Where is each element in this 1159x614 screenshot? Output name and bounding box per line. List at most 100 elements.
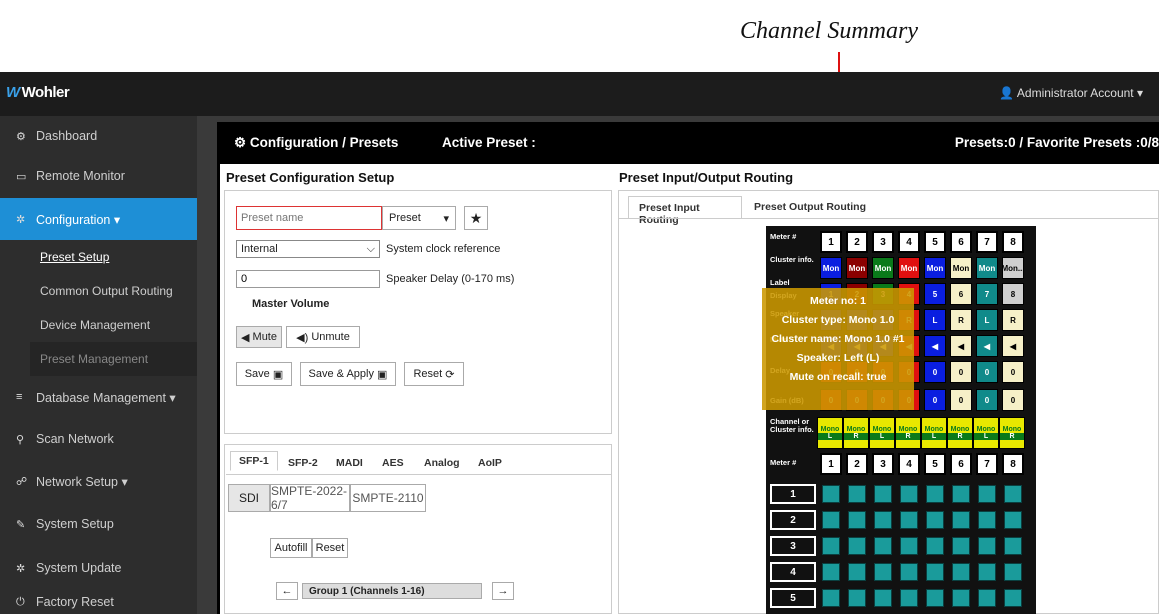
- routing-cell[interactable]: [822, 589, 840, 607]
- tab-analog[interactable]: Analog: [424, 457, 460, 469]
- prev-group-button[interactable]: ←: [276, 582, 298, 600]
- io-reset-button[interactable]: Reset: [312, 538, 348, 558]
- sidebar-item-6[interactable]: Preset Management: [30, 342, 198, 376]
- display-cell[interactable]: 8: [1002, 283, 1024, 305]
- routing-cell[interactable]: [900, 537, 918, 555]
- subtab-0[interactable]: SDI: [228, 484, 270, 512]
- routing-cell[interactable]: [1004, 485, 1022, 503]
- sidebar-item-10[interactable]: ✎ System Setup: [0, 502, 197, 546]
- meter-number-bottom[interactable]: 7: [976, 453, 998, 475]
- sidebar-item-12[interactable]: ⏻ Factory Reset: [0, 590, 197, 614]
- routing-cell[interactable]: [874, 485, 892, 503]
- account-menu[interactable]: 👤 Administrator Account ▾: [999, 86, 1143, 100]
- routing-cell[interactable]: [874, 563, 892, 581]
- subtab-2[interactable]: SMPTE-2110: [350, 484, 426, 512]
- display-cell[interactable]: 6: [950, 283, 972, 305]
- delay-cell[interactable]: 0: [924, 361, 946, 383]
- routing-cell[interactable]: [848, 537, 866, 555]
- routing-cell[interactable]: [822, 563, 840, 581]
- cluster-cell[interactable]: Mon: [950, 257, 972, 279]
- delay-cell[interactable]: 0: [1002, 361, 1024, 383]
- delay-cell[interactable]: 0: [950, 361, 972, 383]
- cluster-cell[interactable]: Mon: [976, 257, 998, 279]
- routing-cell[interactable]: [1004, 537, 1022, 555]
- save-button[interactable]: Save ▣: [236, 362, 292, 386]
- cluster-cell[interactable]: Mon: [898, 257, 920, 279]
- routing-cell[interactable]: [874, 589, 892, 607]
- routing-cell[interactable]: [1004, 511, 1022, 529]
- routing-cell[interactable]: [848, 589, 866, 607]
- sidebar-item-8[interactable]: ⚲ Scan Network: [0, 418, 197, 460]
- channel-cell[interactable]: Mono R: [999, 417, 1025, 449]
- meter-number[interactable]: 8: [1002, 231, 1024, 253]
- sidebar-item-7[interactable]: ≡ Database Management ▾: [0, 376, 197, 418]
- preset-select[interactable]: Preset ▾: [382, 206, 456, 230]
- speaker-cell[interactable]: R: [950, 309, 972, 331]
- channel-cell[interactable]: Mono R: [947, 417, 973, 449]
- input-row-label[interactable]: 1: [770, 484, 816, 504]
- gain-cell[interactable]: 0: [924, 389, 946, 411]
- routing-cell[interactable]: [952, 485, 970, 503]
- mute-cell[interactable]: ◀: [976, 335, 998, 357]
- routing-cell[interactable]: [822, 537, 840, 555]
- channel-cell[interactable]: Mono L: [869, 417, 895, 449]
- routing-cell[interactable]: [978, 485, 996, 503]
- gain-cell[interactable]: 0: [1002, 389, 1024, 411]
- routing-cell[interactable]: [926, 485, 944, 503]
- speaker-cell[interactable]: L: [924, 309, 946, 331]
- routing-cell[interactable]: [978, 563, 996, 581]
- meter-number[interactable]: 6: [950, 231, 972, 253]
- routing-cell[interactable]: [926, 511, 944, 529]
- input-row-label[interactable]: 2: [770, 510, 816, 530]
- subtab-1[interactable]: SMPTE-2022-6/7: [270, 484, 350, 512]
- speaker-cell[interactable]: R: [1002, 309, 1024, 331]
- routing-cell[interactable]: [822, 511, 840, 529]
- meter-number-bottom[interactable]: 1: [820, 453, 842, 475]
- delay-cell[interactable]: 0: [976, 361, 998, 383]
- meter-number-bottom[interactable]: 5: [924, 453, 946, 475]
- sidebar-item-9[interactable]: ☍ Network Setup ▾: [0, 460, 197, 502]
- channel-cell[interactable]: Mono L: [817, 417, 843, 449]
- display-cell[interactable]: 7: [976, 283, 998, 305]
- meter-number-bottom[interactable]: 4: [898, 453, 920, 475]
- tab-preset-input[interactable]: Preset Input Routing: [628, 196, 742, 226]
- routing-cell[interactable]: [848, 485, 866, 503]
- channel-cell[interactable]: Mono R: [895, 417, 921, 449]
- routing-cell[interactable]: [952, 537, 970, 555]
- routing-cell[interactable]: [952, 589, 970, 607]
- sidebar-item-0[interactable]: ⚙ Dashboard: [0, 116, 197, 156]
- sidebar-item-4[interactable]: Common Output Routing: [0, 274, 197, 308]
- sidebar-item-1[interactable]: ▭ Remote Monitor: [0, 156, 197, 196]
- sidebar-item-2[interactable]: ✲ Configuration ▾: [0, 198, 197, 240]
- reset-button[interactable]: Reset ⟳: [404, 362, 464, 386]
- speaker-cell[interactable]: L: [976, 309, 998, 331]
- mute-button[interactable]: ◀ Mute: [236, 326, 282, 348]
- mute-cell[interactable]: ◀: [950, 335, 972, 357]
- cluster-cell[interactable]: Mon: [872, 257, 894, 279]
- group-selector[interactable]: Group 1 (Channels 1-16): [302, 583, 482, 599]
- sidebar-item-11[interactable]: ✲ System Update: [0, 546, 197, 590]
- sidebar-item-5[interactable]: Device Management: [0, 308, 197, 342]
- meter-number-bottom[interactable]: 2: [846, 453, 868, 475]
- tab-aoip[interactable]: AoIP: [478, 457, 502, 469]
- routing-cell[interactable]: [900, 563, 918, 581]
- display-cell[interactable]: 5: [924, 283, 946, 305]
- meter-number[interactable]: 7: [976, 231, 998, 253]
- routing-cell[interactable]: [926, 589, 944, 607]
- tab-preset-output[interactable]: Preset Output Routing: [754, 201, 866, 213]
- routing-cell[interactable]: [978, 511, 996, 529]
- meter-number[interactable]: 3: [872, 231, 894, 253]
- channel-cell[interactable]: Mono L: [973, 417, 999, 449]
- save-apply-button[interactable]: Save & Apply ▣: [300, 362, 396, 386]
- unmute-button[interactable]: ◀) Unmute: [286, 326, 360, 348]
- brand-logo[interactable]: W Wohler: [6, 84, 70, 101]
- cluster-cell[interactable]: Mon: [924, 257, 946, 279]
- tab-sfp-1[interactable]: SFP-1: [230, 451, 278, 471]
- meter-number[interactable]: 5: [924, 231, 946, 253]
- cluster-cell[interactable]: Mon: [820, 257, 842, 279]
- input-row-label[interactable]: 3: [770, 536, 816, 556]
- gain-cell[interactable]: 0: [950, 389, 972, 411]
- routing-cell[interactable]: [978, 537, 996, 555]
- routing-cell[interactable]: [874, 511, 892, 529]
- routing-cell[interactable]: [874, 537, 892, 555]
